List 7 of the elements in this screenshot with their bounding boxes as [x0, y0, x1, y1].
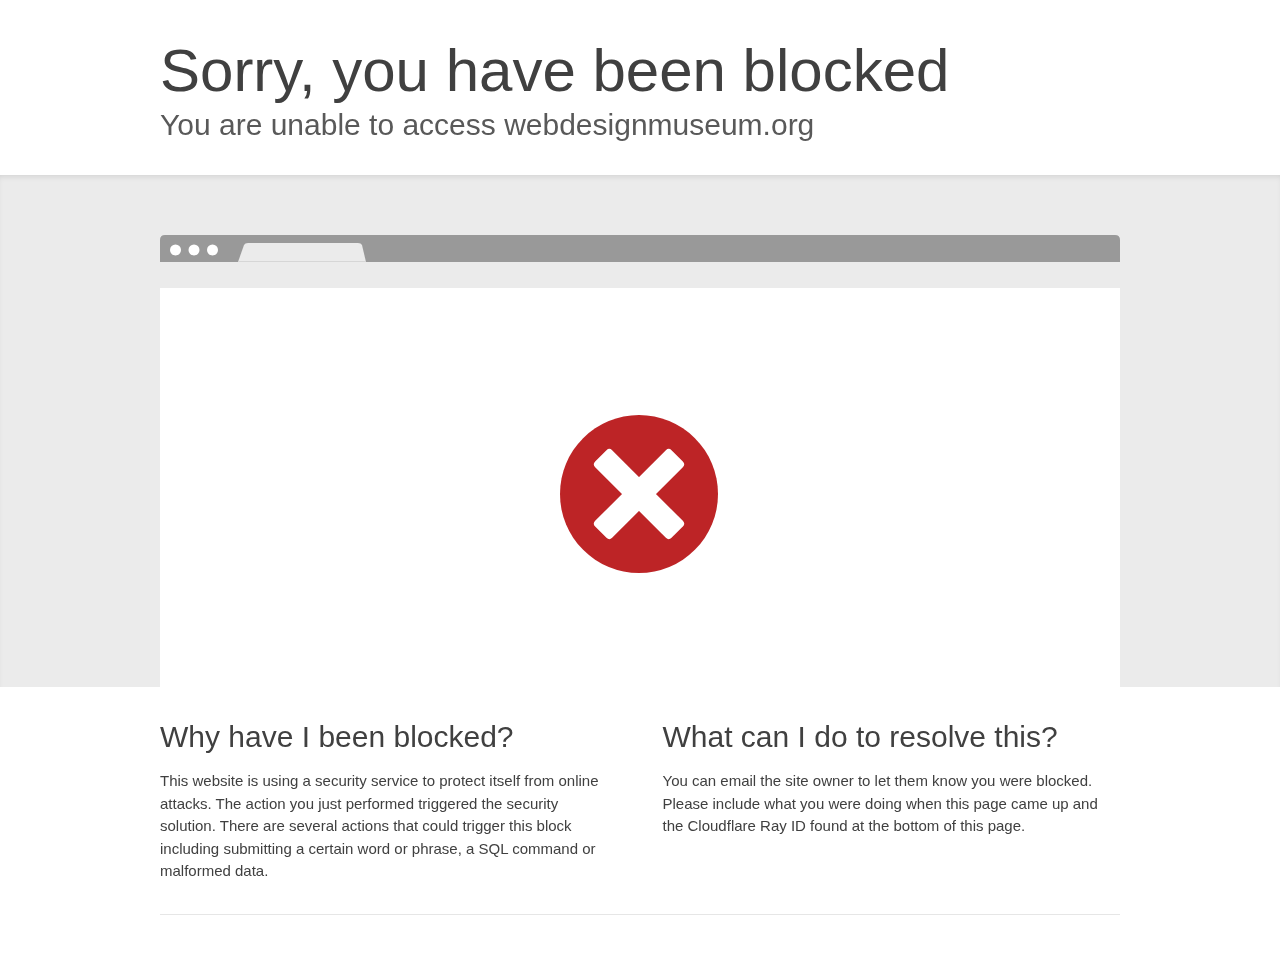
- section-heading: What can I do to resolve this?: [662, 719, 1059, 755]
- error-x-circle-icon: [560, 415, 718, 573]
- page-subtitle: You are unable to access webdesignmuseum.org: [160, 107, 816, 143]
- section-text: You can email the site owner to let them know you were blocked. Please include what you were doing when this page came up and the Cloudflare Ray ID found at the bottom of this page.: [662, 771, 1099, 836]
- page-title: Sorry, you have been blocked: [160, 36, 951, 106]
- section-heading: Why have I been blocked?: [160, 719, 515, 755]
- section-text: This website is using a security service to protect itself from online attacks. The action you just performed triggered the security solution. There are several actions that could trigger this block including submitting a certain word or phrase, a SQL command or malformed data.: [160, 771, 600, 881]
